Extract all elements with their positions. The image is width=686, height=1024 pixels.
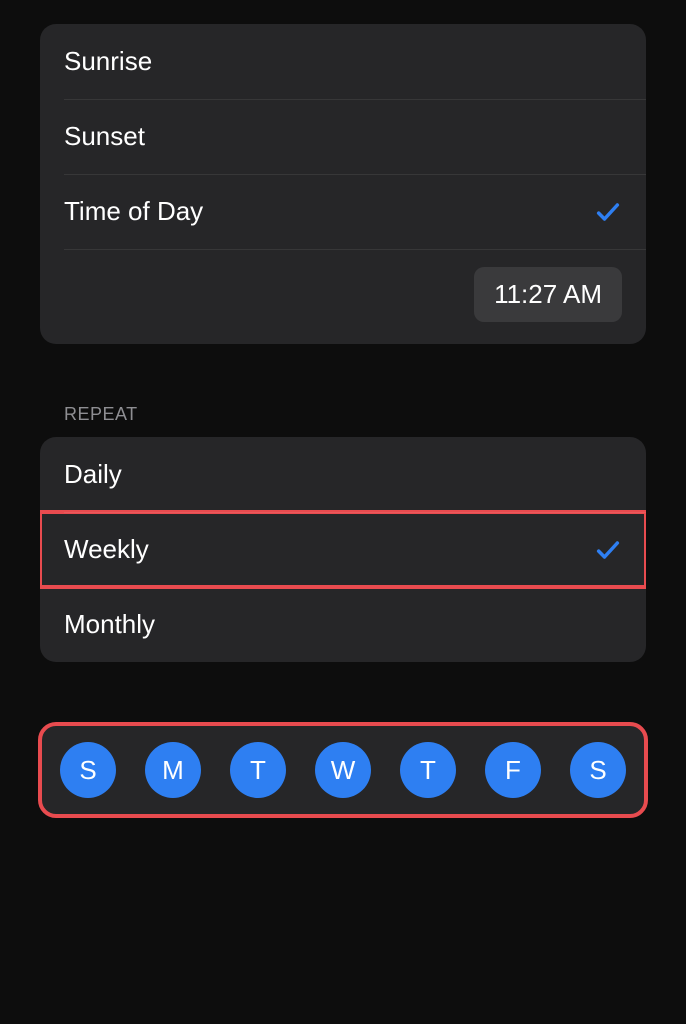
time-option-label: Sunset <box>64 121 145 152</box>
repeat-section-header: REPEAT <box>40 344 646 437</box>
time-option-sunset[interactable]: Sunset <box>40 99 646 174</box>
day-button-wednesday[interactable]: W <box>315 742 371 798</box>
time-value: 11:27 AM <box>494 279 602 309</box>
day-label: M <box>162 755 184 786</box>
repeat-option-label: Monthly <box>64 609 155 640</box>
day-label: F <box>505 755 521 786</box>
checkmark-icon <box>594 198 622 226</box>
repeat-option-label: Daily <box>64 459 122 490</box>
day-label: W <box>331 755 356 786</box>
repeat-option-weekly[interactable]: Weekly <box>40 512 646 587</box>
day-label: S <box>79 755 96 786</box>
day-label: S <box>589 755 606 786</box>
day-button-friday[interactable]: F <box>485 742 541 798</box>
time-option-label: Time of Day <box>64 196 203 227</box>
repeat-option-daily[interactable]: Daily <box>40 437 646 512</box>
checkmark-icon <box>594 536 622 564</box>
day-button-monday[interactable]: M <box>145 742 201 798</box>
time-picker-chip[interactable]: 11:27 AM <box>474 267 622 322</box>
time-value-row: 11:27 AM <box>40 249 646 344</box>
day-button-saturday[interactable]: S <box>570 742 626 798</box>
time-option-sunrise[interactable]: Sunrise <box>40 24 646 99</box>
repeat-option-label: Weekly <box>64 534 149 565</box>
day-button-tuesday[interactable]: T <box>230 742 286 798</box>
day-button-sunday[interactable]: S <box>60 742 116 798</box>
repeat-option-monthly[interactable]: Monthly <box>40 587 646 662</box>
day-button-thursday[interactable]: T <box>400 742 456 798</box>
time-option-time-of-day[interactable]: Time of Day <box>40 174 646 249</box>
repeat-options-card: Daily Weekly Monthly <box>40 437 646 662</box>
day-label: T <box>250 755 266 786</box>
time-options-card: Sunrise Sunset Time of Day 11:27 AM <box>40 24 646 344</box>
day-label: T <box>420 755 436 786</box>
day-selector-card: S M T W T F S <box>40 724 646 816</box>
time-option-label: Sunrise <box>64 46 152 77</box>
